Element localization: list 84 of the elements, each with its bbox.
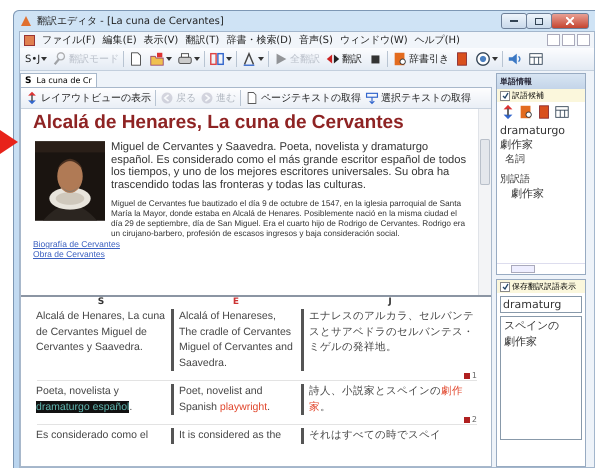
intro-paragraph: Miguel de Cervantes y Saavedra. Poeta, novelista y dramaturgo español. Es considerado como el más grande escritor español de todos los tiempos, y uno de los mejores escritores universales. Su obra ha trascendido todas las fronteras y todas las culturas. xyxy=(111,141,468,191)
checkbox[interactable] xyxy=(500,282,510,292)
word-field[interactable]: dramaturg xyxy=(500,296,582,313)
scrollbar[interactable] xyxy=(478,109,491,295)
caret-icon xyxy=(41,57,48,61)
pointer-arrow-icon xyxy=(0,130,18,154)
toolbar-button[interactable]: 選択テキストの取得 xyxy=(365,91,471,105)
checkbox[interactable] xyxy=(500,90,510,100)
toolbar-button[interactable]: S•J xyxy=(24,49,48,69)
selection-icon xyxy=(365,91,379,105)
minimize-icon xyxy=(510,20,518,22)
checkmark-icon xyxy=(502,92,508,99)
caret-icon xyxy=(258,57,264,61)
toolbar-button[interactable]: ページテキストの取得 xyxy=(245,91,361,105)
panel-title: 単語情報 xyxy=(497,74,585,89)
caret-icon xyxy=(492,57,498,61)
speaker-icon xyxy=(507,51,524,67)
table-icon xyxy=(528,51,544,67)
window-title: 翻訳エディタ - [La cuna de Cervantes] xyxy=(37,14,224,28)
table-icon xyxy=(554,104,570,120)
translation-box[interactable]: スペインの劇作家 xyxy=(500,316,582,440)
menu-item[interactable]: 翻訳(T) xyxy=(185,33,220,47)
flag-icon xyxy=(464,372,470,378)
link[interactable]: Biografía de Cervantes xyxy=(33,239,120,249)
forward-icon xyxy=(200,91,214,105)
document-icon xyxy=(24,34,35,46)
scrollbar[interactable] xyxy=(497,263,585,274)
back-icon xyxy=(160,91,174,105)
option-label: 訳語候補 xyxy=(512,90,544,101)
segment-text[interactable]: Poeta, novelista y dramaturgo español. xyxy=(31,384,171,415)
segment-number: 1 xyxy=(472,371,477,380)
checkmark-icon xyxy=(502,283,508,290)
menu-item[interactable]: 音声(S) xyxy=(298,33,333,47)
word-text: dramaturgo xyxy=(499,123,566,137)
caret-icon xyxy=(226,57,232,61)
close-button[interactable] xyxy=(551,13,589,29)
translation-text: 劇作家 xyxy=(499,137,534,152)
columns-icon xyxy=(209,51,226,67)
toolbar-button[interactable]: レイアウトビューの表示 xyxy=(25,91,151,105)
caret-icon xyxy=(194,57,200,61)
globe-icon xyxy=(475,51,492,67)
menu-item[interactable]: ヘルプ(H) xyxy=(414,33,460,47)
close-icon xyxy=(566,17,574,25)
menu-item[interactable]: 表示(V) xyxy=(144,33,178,47)
caret-icon xyxy=(166,57,172,61)
printer-icon xyxy=(177,51,194,67)
segment-text[interactable]: Es considerado como el xyxy=(31,428,171,444)
body-paragraph: Miguel de Cervantes fue bautizado el día 9 de octubre de 1547, en la iglesia parroquial de Santa María la Mayor, donde estaba en Alcalá de Henares. Posiblemente nació en la misma ciudad el día 29 de septiembre, día de San Miguel. Era el cuarto hijo de Rodrigo de Cervantes. Rodrigo era un cirujano-barbero, profesión de escasos ingresos y baja consideración social. xyxy=(111,199,466,239)
page-icon xyxy=(245,91,259,105)
segment-number: 2 xyxy=(472,415,477,424)
segment-text[interactable]: 詩人、小説家とスペインの劇作家。 xyxy=(301,384,479,415)
menu-item[interactable]: 辞書・検索(D) xyxy=(226,33,292,47)
column-header: J xyxy=(386,297,393,309)
segment-text[interactable]: Alcalá de Henares, La cuna de Cervantes Miguel de Cervantes y Saavedra. xyxy=(31,309,171,371)
dictionary-icon xyxy=(518,104,534,120)
document-tab[interactable]: S La cuna de Cr xyxy=(20,73,97,87)
folder-icon xyxy=(149,51,166,67)
toolbar-button[interactable] xyxy=(474,49,500,69)
minimize-button[interactable] xyxy=(501,13,527,29)
column-header: S xyxy=(96,297,106,309)
maximize-button[interactable] xyxy=(526,13,552,29)
column-header: E xyxy=(232,297,240,309)
book-icon xyxy=(536,104,552,120)
option-label: 保存翻訳訳語表示 xyxy=(512,281,576,292)
app-icon xyxy=(20,15,32,27)
toolbar-button[interactable]: 辞書引き xyxy=(391,49,450,69)
menu-item[interactable]: 編集(E) xyxy=(102,33,137,47)
menu-item[interactable]: ファイル(F) xyxy=(42,33,96,47)
dictionary-icon xyxy=(392,51,408,67)
maximize-icon xyxy=(535,18,543,24)
segment-text[interactable]: エナレスのアルカラ、セルバンテスとサアベドラのセルバンテス・ミゲルの発祥地。 xyxy=(301,309,479,371)
toolbar-button[interactable]: 翻訳 xyxy=(324,49,364,69)
segment-text[interactable]: Poet, novelist and Spanish playwright. xyxy=(171,384,301,415)
menu-item[interactable]: ウィンドウ(W) xyxy=(340,33,408,47)
font-icon xyxy=(241,51,258,67)
page-heading: Alcalá de Henares, La cuna de Cervantes xyxy=(33,112,405,134)
link[interactable]: Obra de Cervantes xyxy=(33,249,105,259)
part-of-speech: 名詞 xyxy=(504,152,526,166)
flag-icon xyxy=(464,416,470,422)
segment-text[interactable]: Alcalá of Henareses, The cradle of Cervantes Miguel of Cervantes and Saavedra. xyxy=(171,309,301,371)
alternatives-label: 別訳語 xyxy=(499,172,531,186)
segment-text[interactable]: It is considered as the xyxy=(171,428,301,444)
alternative-text[interactable]: 劇作家 xyxy=(497,186,585,201)
segment-text[interactable]: それはすべての時でスペイ xyxy=(301,428,479,444)
